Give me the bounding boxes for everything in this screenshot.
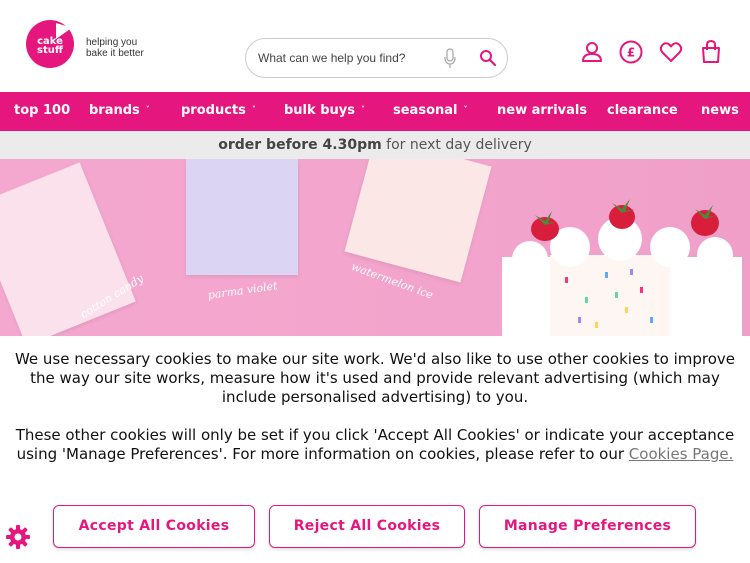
nav-bulk-buys[interactable]: bulk buys ˅	[284, 92, 365, 131]
tagline: helping you bake it better	[86, 37, 166, 59]
nav-label: new arrivals	[497, 103, 588, 118]
accept-all-cookies-button[interactable]: Accept All Cookies	[53, 505, 255, 548]
main-nav: top 100 brands ˅ products ˅ bulk buys ˅ sea…	[0, 92, 750, 131]
tagline-line-1: helping you	[86, 37, 138, 48]
nav-label: seasonal	[393, 103, 458, 118]
account-icon[interactable]	[580, 40, 604, 64]
nav-label: products	[181, 103, 246, 118]
cake-stuff-logo[interactable]: cake stuff	[26, 20, 74, 68]
reject-all-cookies-button[interactable]: Reject All Cookies	[269, 505, 465, 548]
nav-seasonal[interactable]: seasonal ˅	[393, 92, 467, 131]
manage-preferences-button[interactable]: Manage Preferences	[479, 505, 696, 548]
chevron-down-icon: ˅	[251, 105, 256, 114]
nav-clearance[interactable]: clearance	[607, 92, 678, 131]
basket-icon[interactable]	[699, 40, 723, 64]
nav-label: news	[701, 103, 739, 118]
nav-brands[interactable]: brands ˅	[89, 92, 150, 131]
nav-top-100[interactable]: top 100	[14, 92, 70, 131]
cookie-intro-text: We use necessary cookies to make our sit…	[14, 350, 736, 406]
cookie-detail-text: These other cookies will only be set if …	[10, 426, 740, 464]
svg-text:£: £	[627, 46, 635, 60]
nav-new-arrivals[interactable]: new arrivals	[497, 92, 587, 131]
delivery-banner: order before 4.30pm for next day deliver…	[0, 131, 750, 159]
tagline-line-2: bake it better	[86, 48, 144, 59]
gear-icon[interactable]	[5, 524, 31, 550]
nav-news[interactable]: news	[701, 92, 739, 131]
nav-label: top 100	[14, 103, 71, 118]
currency-pound-icon[interactable]: £	[619, 40, 643, 64]
cookies-page-link[interactable]: Cookies Page.	[629, 445, 734, 463]
logo-text: cake stuff	[37, 36, 63, 56]
cookie-detail-body: These other cookies will only be set if …	[15, 426, 735, 463]
search-bar	[245, 38, 508, 78]
delivery-text: for next day delivery	[381, 137, 532, 153]
chevron-down-icon: ˅	[145, 105, 150, 114]
search-input[interactable]	[258, 48, 438, 68]
search-icon[interactable]	[479, 49, 497, 67]
nav-products[interactable]: products ˅	[181, 92, 256, 131]
cake-image	[502, 199, 742, 339]
nav-label: clearance	[607, 103, 678, 118]
nav-label: brands	[89, 103, 140, 118]
microphone-icon[interactable]	[443, 48, 457, 70]
delivery-cutoff: order before 4.30pm	[218, 137, 382, 153]
swatch-card-parma-violet	[186, 159, 298, 275]
wishlist-heart-icon[interactable]	[659, 40, 683, 64]
chevron-down-icon: ˅	[360, 105, 365, 114]
chevron-down-icon: ˅	[463, 105, 468, 114]
site-header: cake stuff helping you bake it better £	[0, 0, 750, 92]
hero-banner[interactable]: cotton candy parma violet watermelon ice	[0, 159, 750, 339]
cookie-consent-panel: We use necessary cookies to make our sit…	[0, 336, 750, 563]
nav-label: bulk buys	[284, 103, 355, 118]
